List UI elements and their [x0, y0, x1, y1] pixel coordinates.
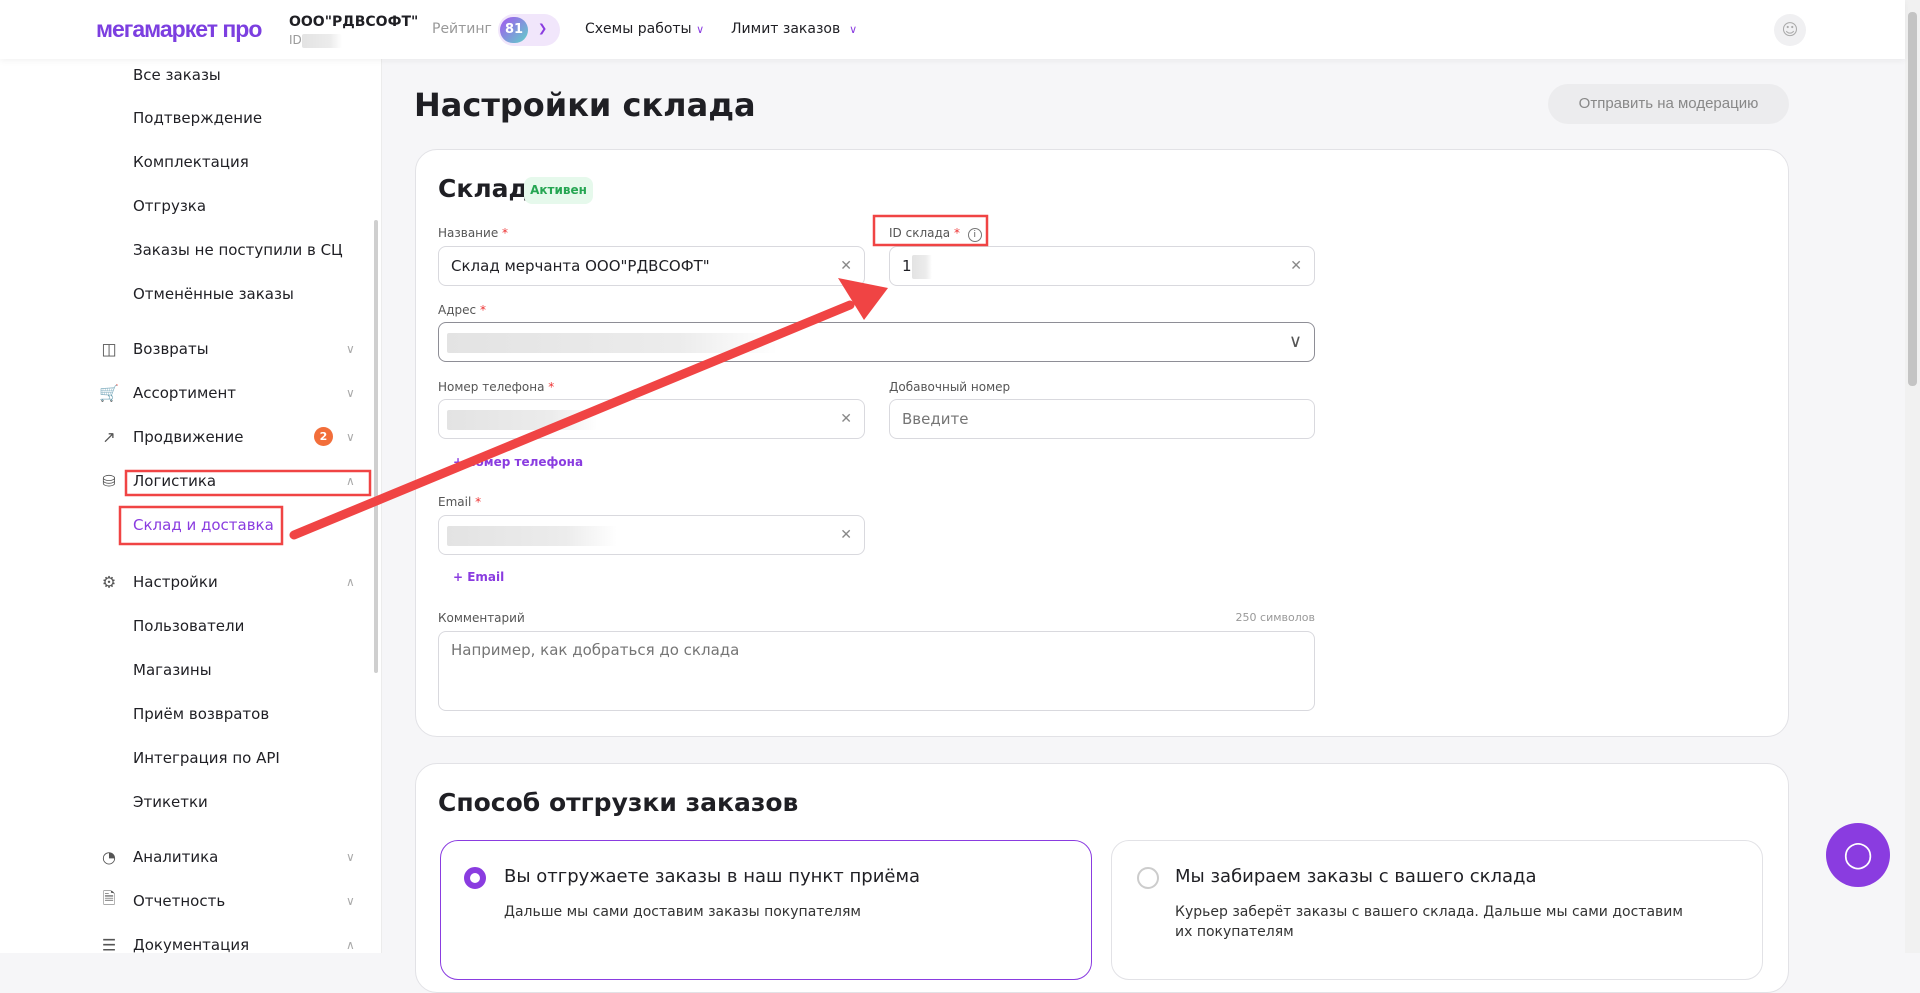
chevron-down-icon: ∨: [849, 23, 858, 36]
warehouse-id-input[interactable]: 1 ✕: [889, 246, 1315, 286]
sidebar-item[interactable]: Отменённые заказы: [133, 285, 294, 303]
extension-label: Добавочный номер: [889, 380, 1011, 394]
cart-icon: 🛒: [99, 383, 119, 403]
chevron-up-icon[interactable]: ∧: [346, 575, 355, 589]
sidebar-item[interactable]: Приём возвратов: [133, 705, 269, 723]
chevron-down-icon: ∨: [1288, 331, 1302, 352]
option-description: Дальше мы сами доставим заказы покупател…: [504, 904, 861, 920]
user-avatar-icon[interactable]: ☺: [1774, 14, 1806, 46]
sidebar-item[interactable]: Магазины: [133, 661, 212, 679]
box-icon: ◫: [101, 339, 117, 359]
sidebar-item[interactable]: Логистика: [133, 472, 216, 490]
info-icon[interactable]: i: [967, 228, 982, 242]
sidebar-item[interactable]: Все заказы: [133, 66, 221, 84]
redacted-phone: [447, 410, 597, 430]
chevron-down-icon[interactable]: ∨: [346, 894, 355, 908]
chevron-down-icon[interactable]: ∨: [346, 386, 355, 400]
pie-chart-icon: ◔: [102, 847, 116, 867]
sidebar-item[interactable]: Документация: [133, 936, 249, 954]
sidebar-item[interactable]: Этикетки: [133, 793, 208, 811]
chevron-up-icon[interactable]: ∧: [346, 938, 355, 952]
top-header: мегамаркет про ООО"РДВСОФТ" ID Рейтинг ❯…: [0, 0, 1905, 59]
rating-label: Рейтинг: [432, 21, 492, 37]
report-icon: 🗎: [102, 888, 116, 908]
sidebar-item[interactable]: Ассортимент: [133, 384, 236, 402]
add-email-button[interactable]: + Email: [453, 570, 504, 584]
sidebar-item[interactable]: Отчетность: [133, 892, 225, 910]
sidebar-item[interactable]: Пользователи: [133, 617, 244, 635]
menu-label: Схемы работы: [585, 21, 692, 37]
comment-limit: 250 символов: [1235, 611, 1315, 624]
warehouse-id-label: ID склада * i: [889, 226, 982, 242]
sidebar-item[interactable]: Настройки: [133, 573, 218, 591]
logo[interactable]: мегамаркет про: [96, 16, 262, 43]
truck-icon: ⛁: [102, 471, 116, 491]
chevron-down-icon[interactable]: ∨: [346, 342, 355, 356]
rating-badge: 81: [500, 17, 528, 43]
page-title: Настройки склада: [414, 86, 756, 124]
clear-icon[interactable]: ✕: [1290, 247, 1302, 285]
redacted-id: [301, 33, 342, 48]
radio-unselected[interactable]: [1137, 867, 1159, 889]
company-name[interactable]: ООО"РДВСОФТ": [289, 14, 418, 30]
send-to-moderation-button[interactable]: Отправить на модерацию: [1548, 84, 1789, 124]
document-icon: ☰: [101, 935, 117, 955]
phone-input[interactable]: ✕: [438, 399, 865, 439]
notification-badge: 2: [314, 427, 333, 446]
sidebar-item[interactable]: Комплектация: [133, 153, 249, 171]
menu-order-limit[interactable]: Лимит заказов ∨: [731, 21, 857, 37]
trend-icon: ↗: [102, 427, 116, 447]
sidebar-item[interactable]: Интеграция по API: [133, 749, 280, 767]
email-input[interactable]: ✕: [438, 515, 865, 555]
name-input[interactable]: Склад мерчанта ООО"РДВСОФТ" ✕: [438, 246, 865, 286]
sidebar-item[interactable]: Подтверждение: [133, 109, 262, 127]
company-id-label: ID: [289, 33, 302, 47]
sidebar: [0, 59, 382, 953]
chevron-down-icon: ∨: [696, 23, 705, 36]
redacted-email: [447, 526, 617, 546]
radio-selected[interactable]: [464, 867, 486, 889]
sidebar-item[interactable]: Аналитика: [133, 848, 218, 866]
clear-icon[interactable]: ✕: [840, 516, 852, 554]
sidebar-item[interactable]: Склад и доставка: [133, 516, 274, 534]
comment-label: Комментарий: [438, 611, 525, 625]
option-title: Мы забираем заказы с вашего склада: [1175, 866, 1537, 887]
chevron-down-icon[interactable]: ∨: [346, 430, 355, 444]
warehouse-heading: Склад: [438, 174, 529, 203]
status-badge: Активен: [524, 177, 593, 204]
address-label: Адрес *: [438, 303, 486, 317]
chevron-down-icon: ❯: [538, 22, 548, 35]
clear-icon[interactable]: ✕: [840, 400, 852, 438]
option-title: Вы отгружаете заказы в наш пункт приёма: [504, 866, 921, 887]
menu-label: Лимит заказов: [731, 21, 841, 37]
sidebar-scrollbar[interactable]: [374, 220, 378, 673]
name-value: Склад мерчанта ООО"РДВСОФТ": [451, 257, 710, 275]
name-label: Название *: [438, 226, 509, 240]
redacted-address: [447, 333, 777, 353]
warehouse-id-value: 1: [902, 257, 912, 275]
gear-icon: ⚙: [101, 572, 117, 592]
clear-icon[interactable]: ✕: [840, 247, 852, 285]
comment-textarea[interactable]: [438, 631, 1315, 711]
phone-label: Номер телефона *: [438, 380, 555, 394]
extension-input[interactable]: [889, 399, 1315, 439]
sidebar-item[interactable]: Возвраты: [133, 340, 209, 358]
chevron-down-icon[interactable]: ∨: [346, 850, 355, 864]
address-select[interactable]: ∨: [438, 322, 1315, 362]
shipping-heading: Способ отгрузки заказов: [438, 788, 799, 817]
chevron-up-icon[interactable]: ∧: [346, 474, 355, 488]
sidebar-item[interactable]: Заказы не поступили в СЦ: [133, 241, 343, 259]
redacted-value: [911, 254, 932, 279]
menu-work-schemes[interactable]: Схемы работы ∨: [585, 21, 704, 37]
option-description: Курьер заберёт заказы с вашего склада. Д…: [1175, 904, 1683, 940]
sidebar-item[interactable]: Отгрузка: [133, 197, 206, 215]
page-scrollbar-thumb[interactable]: [1908, 12, 1917, 386]
email-label: Email *: [438, 495, 482, 509]
add-phone-button[interactable]: + номер телефона: [453, 455, 583, 469]
company-id: ID: [289, 33, 342, 48]
support-chat-button[interactable]: ◯: [1826, 823, 1890, 887]
sidebar-item[interactable]: Продвижение: [133, 428, 243, 446]
